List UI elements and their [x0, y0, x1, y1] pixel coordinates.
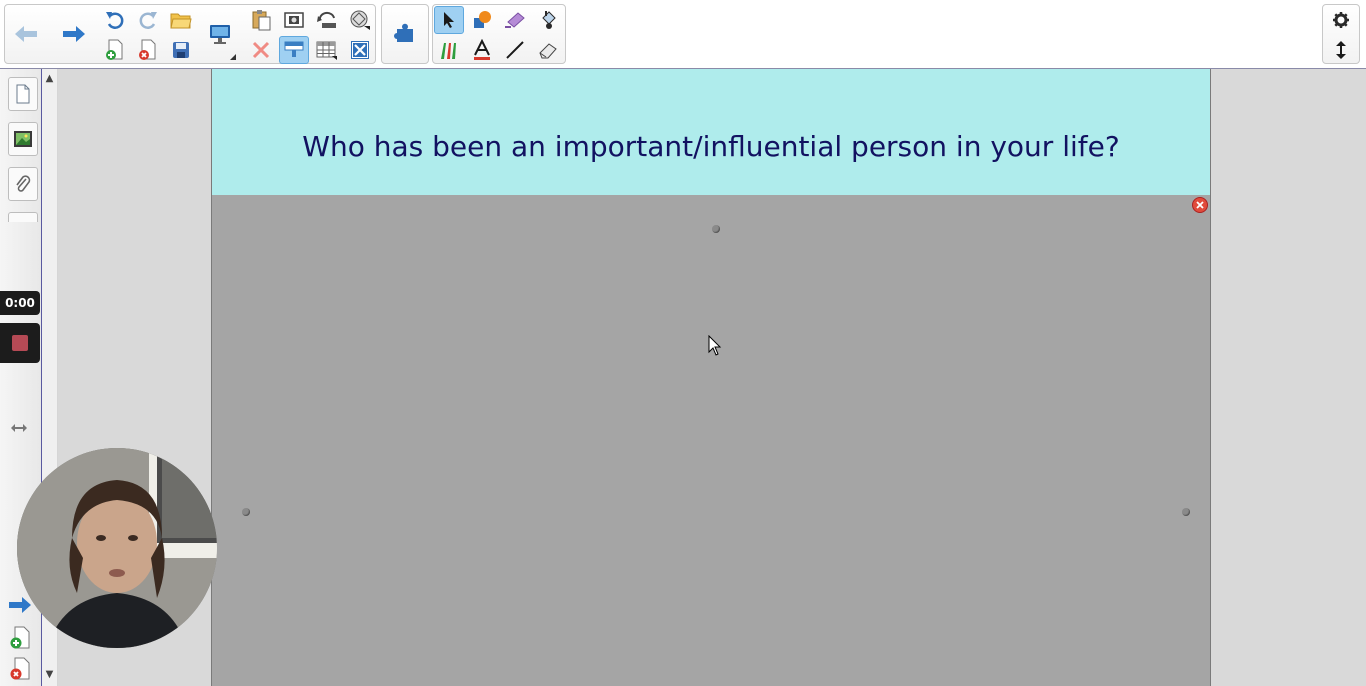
- forward-arrow-icon: [9, 597, 31, 613]
- stop-icon: [12, 335, 28, 351]
- main-toolbar: [0, 0, 1366, 69]
- open-file-button[interactable]: [166, 6, 196, 34]
- shapes-icon: [474, 11, 491, 28]
- attachments-tab[interactable]: [8, 167, 38, 201]
- workspace[interactable]: Who has been an important/influential pe…: [58, 69, 1366, 686]
- forward-arrow-icon: [63, 26, 85, 42]
- insert-table-button[interactable]: [312, 36, 342, 64]
- resize-handle-left[interactable]: [242, 508, 250, 516]
- slide-page[interactable]: Who has been an important/influential pe…: [211, 69, 1211, 686]
- select-icon: [444, 12, 454, 28]
- toolbar-group-main: [4, 4, 376, 64]
- undo-button[interactable]: [100, 6, 130, 34]
- full-screen-button[interactable]: [345, 36, 375, 64]
- text-tool[interactable]: [467, 36, 497, 64]
- mouse-cursor-icon: [708, 334, 722, 361]
- move-toolbar-button[interactable]: [1326, 36, 1356, 64]
- fill-icon: [542, 11, 556, 29]
- select-tool[interactable]: [434, 6, 464, 34]
- resize-handle-top[interactable]: [712, 225, 720, 233]
- add-page-icon: [10, 626, 30, 649]
- show-hide-screen-shade-button[interactable]: [279, 36, 309, 64]
- toolbar-group-tools: [432, 4, 566, 64]
- open-file-icon: [170, 13, 192, 29]
- text-icon: [474, 39, 490, 60]
- save-icon: [173, 42, 189, 58]
- horizontal-resize-icon: [11, 424, 27, 432]
- save-button[interactable]: [166, 36, 196, 64]
- redo-button[interactable]: [133, 6, 163, 34]
- close-object-icon[interactable]: [1192, 197, 1208, 213]
- document-camera-button[interactable]: [345, 6, 375, 34]
- add-ons-button[interactable]: [388, 5, 422, 63]
- undo-icon: [106, 12, 124, 29]
- delete-button[interactable]: [246, 36, 276, 64]
- back-arrow-icon: [15, 26, 37, 42]
- previous-page-button[interactable]: [9, 5, 43, 63]
- settings-button[interactable]: [1326, 6, 1356, 34]
- resize-panel-handle[interactable]: [10, 419, 30, 433]
- eraser-tool[interactable]: [533, 36, 563, 64]
- page-sorter-icon: [16, 84, 30, 104]
- paperclip-icon: [16, 175, 31, 192]
- screen-capture-button[interactable]: [279, 6, 309, 34]
- page-sorter-tab[interactable]: [8, 77, 38, 111]
- move-toolbar-icon: [1336, 41, 1346, 59]
- delete-page-icon: [139, 39, 156, 60]
- webcam-presenter-video: [17, 448, 217, 648]
- toolbar-group-settings: [1322, 4, 1360, 64]
- properties-tab[interactable]: [8, 212, 38, 222]
- display-icon: [210, 25, 230, 44]
- scroll-up-icon[interactable]: ▲: [44, 73, 55, 84]
- pens-icon: [441, 43, 456, 59]
- resize-handle-right[interactable]: [1182, 508, 1190, 516]
- add-page-icon: [106, 39, 123, 60]
- display-options-button[interactable]: [203, 5, 237, 63]
- scroll-down-icon[interactable]: ▼: [44, 669, 55, 680]
- paste-icon: [252, 10, 271, 31]
- document-camera-icon: [350, 10, 370, 30]
- dropdown-triangle-icon: [230, 54, 236, 60]
- screen-capture-icon: [284, 12, 304, 28]
- screen-shade-icon: [317, 11, 336, 28]
- add-page-button[interactable]: [100, 36, 130, 64]
- add-ons-icon: [394, 23, 413, 42]
- eraser-icon: [539, 43, 557, 59]
- table-icon: [316, 41, 337, 60]
- gallery-tab[interactable]: [8, 122, 38, 156]
- line-tool[interactable]: [500, 36, 530, 64]
- fullscreen-icon: [351, 41, 369, 59]
- pens-tool[interactable]: [434, 36, 464, 64]
- delete-page-icon: [10, 657, 30, 680]
- slide-title-band[interactable]: Who has been an important/influential pe…: [212, 69, 1210, 195]
- settings-icon: [1333, 12, 1349, 28]
- fill-tool[interactable]: [533, 6, 563, 34]
- recording-timer: 0:00: [0, 291, 40, 315]
- next-page-button[interactable]: [57, 5, 91, 63]
- screen-shade-toggle-icon: [284, 41, 304, 57]
- panel-add-page-button[interactable]: [9, 626, 33, 650]
- panel-delete-page-button[interactable]: [9, 657, 33, 681]
- magic-pen-icon: [505, 12, 525, 28]
- stop-recording-button[interactable]: [0, 323, 40, 363]
- toolbar-group-addons: [381, 4, 429, 64]
- shapes-tool[interactable]: [467, 6, 497, 34]
- redo-icon: [139, 12, 157, 29]
- slide-title[interactable]: Who has been an important/influential pe…: [302, 130, 1119, 163]
- line-icon: [506, 41, 524, 59]
- delete-icon: [252, 41, 270, 59]
- screen-shade-button[interactable]: [312, 6, 342, 34]
- magic-pen-tool[interactable]: [500, 6, 530, 34]
- paste-button[interactable]: [246, 6, 276, 34]
- delete-page-button[interactable]: [133, 36, 163, 64]
- gallery-icon: [14, 131, 32, 147]
